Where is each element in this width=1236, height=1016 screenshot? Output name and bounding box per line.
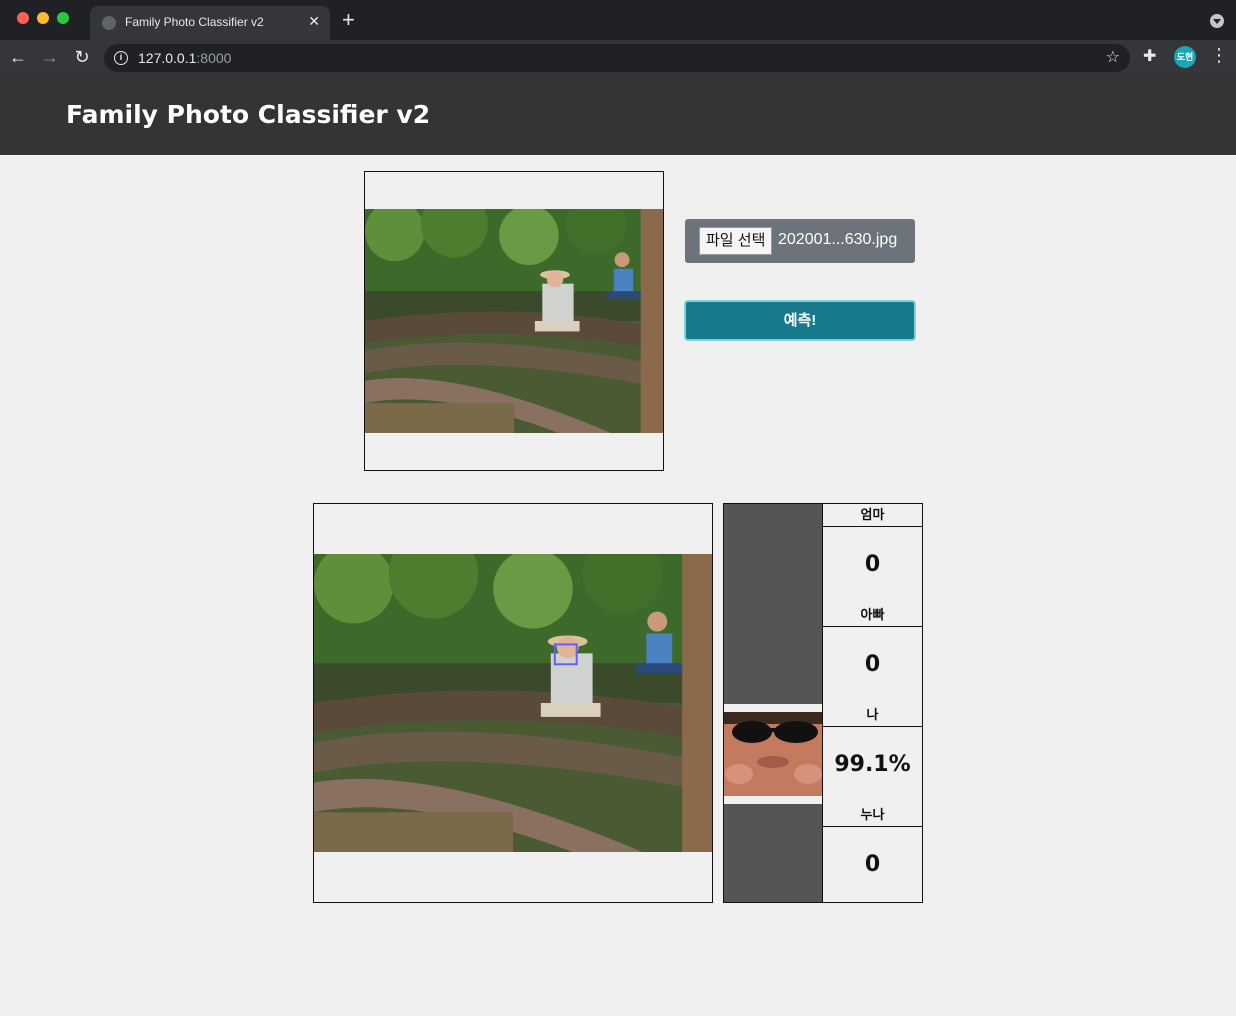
- face-thumbnail-empty: [724, 804, 823, 902]
- forward-arrow-icon[interactable]: →: [38, 45, 62, 69]
- browser-titlebar: Family Photo Classifier v2 ✕ +: [0, 0, 1236, 40]
- preview-photo: [365, 209, 663, 433]
- globe-icon: [102, 16, 116, 30]
- person-label: 아빠: [823, 604, 922, 627]
- person-label: 엄마: [823, 504, 922, 527]
- tab-title: Family Photo Classifier v2: [125, 15, 264, 29]
- person-score: 99.1%: [823, 727, 922, 804]
- page-title: Family Photo Classifier v2: [66, 100, 431, 129]
- face-thumbnail-empty: [724, 604, 823, 704]
- person-label: 나: [823, 704, 922, 727]
- url-host: 127.0.0.1: [138, 50, 197, 66]
- selected-file-name: 202001...630.jpg: [778, 231, 898, 248]
- plus-icon[interactable]: +: [342, 8, 355, 32]
- back-arrow-icon[interactable]: ←: [6, 45, 30, 69]
- result-photo: [314, 554, 712, 852]
- face-crop-image: [724, 712, 822, 796]
- upload-preview: [364, 171, 664, 471]
- result-row-sister: 누나 0: [724, 804, 922, 902]
- predict-button[interactable]: 예측!: [684, 300, 916, 341]
- avatar[interactable]: 도현: [1174, 46, 1196, 68]
- result-row-me: 나 99.1%: [724, 704, 922, 804]
- app-header: Family Photo Classifier v2: [0, 76, 1236, 155]
- result-image-frame: [313, 503, 713, 903]
- face-thumbnail-empty: [724, 504, 823, 604]
- star-icon[interactable]: ☆: [1106, 47, 1120, 67]
- choose-file-button[interactable]: 파일 선택: [699, 227, 773, 255]
- close-window-button[interactable]: [17, 12, 29, 24]
- puzzle-icon[interactable]: ✚: [1143, 46, 1156, 66]
- close-icon[interactable]: ✕: [308, 13, 320, 30]
- maximize-window-button[interactable]: [57, 12, 69, 24]
- info-icon[interactable]: i: [114, 51, 128, 65]
- browser-tab[interactable]: Family Photo Classifier v2 ✕: [90, 6, 330, 40]
- person-score: 0: [823, 627, 922, 704]
- file-picker[interactable]: 파일 선택 202001...630.jpg: [685, 219, 915, 263]
- reload-icon[interactable]: ↻: [70, 45, 94, 69]
- result-row-dad: 아빠 0: [724, 604, 922, 704]
- person-label: 누나: [823, 804, 922, 827]
- browser-toolbar: ← → ↻ i 127.0.0.1:8000 ☆ ✚ 도현 ⋮: [0, 40, 1236, 76]
- result-table: 엄마 0 아빠 0 나 99.1% 누나 0: [723, 503, 923, 903]
- person-score: 0: [823, 527, 922, 604]
- url-text: 127.0.0.1:8000: [138, 50, 231, 66]
- url-port: :8000: [196, 50, 232, 66]
- address-bar[interactable]: i 127.0.0.1:8000 ☆: [104, 44, 1130, 72]
- person-score: 0: [823, 827, 922, 902]
- face-thumbnail: [724, 704, 823, 804]
- minimize-window-button[interactable]: [37, 12, 49, 24]
- chevron-down-icon[interactable]: [1210, 14, 1224, 28]
- more-vert-icon[interactable]: ⋮: [1210, 45, 1228, 66]
- result-row-mom: 엄마 0: [724, 504, 922, 604]
